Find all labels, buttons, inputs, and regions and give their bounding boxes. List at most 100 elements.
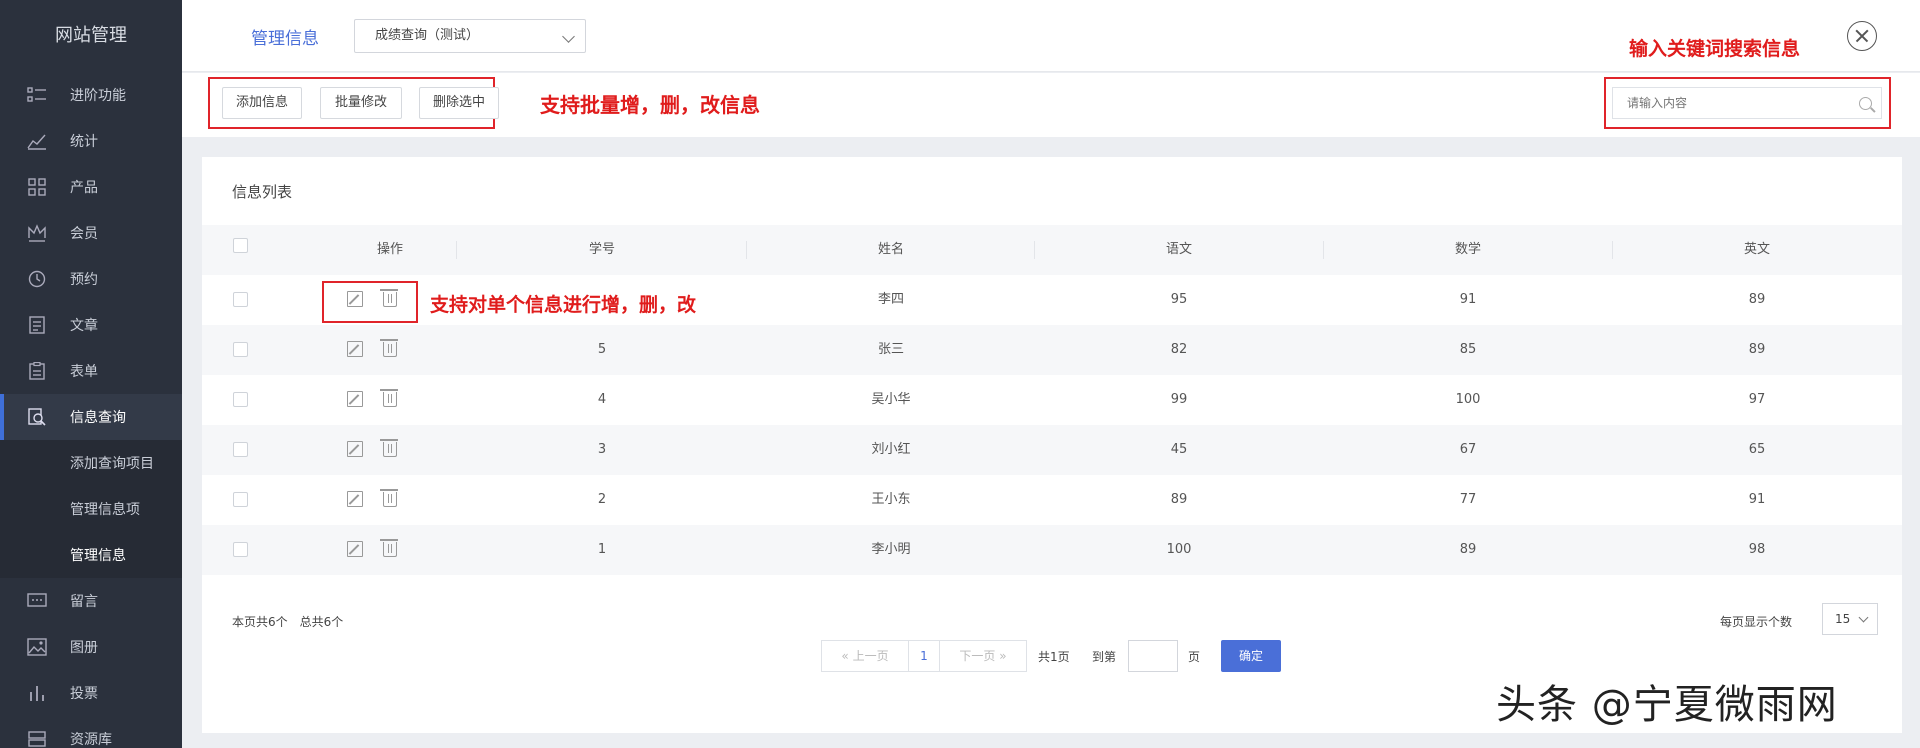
sidebar-title: 网站管理 [55,25,127,46]
info-list-card: 信息列表 操作 学号 姓名 语文 数学 英文 支持对单个信息进行增，删，改 李四… [202,157,1902,733]
delete-selected-button[interactable]: 删除选中 [419,87,499,119]
prev-page-button[interactable]: « 上一页 [821,640,909,672]
sidebar-item-label: 资源库 [70,732,112,748]
document-icon [29,316,45,334]
sidebar-item-booking[interactable]: 预约 [0,256,182,302]
search-input[interactable] [1612,87,1882,119]
page-count-text: 本页共6个 总共6个 [232,615,344,629]
edit-icon[interactable] [347,441,363,457]
cell-chinese: 95 [1170,292,1188,307]
sidebar-item-label: 表单 [70,364,98,380]
row-checkbox[interactable] [233,542,248,557]
sidebar-item-stats[interactable]: 统计 [0,118,182,164]
goto-label: 到第 [1092,650,1117,664]
cell-math: 85 [1459,342,1477,357]
trash-icon[interactable] [380,489,398,507]
cell-id: 1 [597,542,607,557]
crown-icon [28,224,46,242]
sidebar-item-label: 预约 [70,272,98,288]
column-header: 语文 [1165,242,1192,257]
chevron-down-icon [1858,612,1869,623]
cell-math: 91 [1459,292,1477,307]
cell-math: 77 [1459,492,1477,507]
search-doc-icon [28,408,46,426]
sidebar-subitem-add-query[interactable]: 添加查询项目 [0,440,182,486]
table-row: 4 吴小华 99 100 97 [202,375,1902,425]
column-header: 英文 [1743,242,1770,257]
sidebar-subitem-manage-fields[interactable]: 管理信息项 [0,486,182,532]
trash-icon[interactable] [380,539,398,557]
cell-id: 2 [597,492,607,507]
cell-chinese: 45 [1170,442,1188,457]
per-page-select[interactable]: 15 [1822,603,1878,635]
cell-name: 李小明 [871,542,911,557]
cell-math: 100 [1455,392,1481,407]
sidebar-item-articles[interactable]: 文章 [0,302,182,348]
next-page-button[interactable]: 下一页 » [939,640,1027,672]
cell-id: 5 [597,342,607,357]
query-type-select[interactable]: 成绩查询（测试） [354,19,586,53]
card-title: 信息列表 [232,183,293,201]
batch-edit-button[interactable]: 批量修改 [320,87,402,119]
cell-math: 89 [1459,542,1477,557]
clock-icon [28,270,46,288]
chevron-down-icon [562,30,575,43]
table-row: 1 李小明 100 89 98 [202,525,1902,575]
page-title: 管理信息 [251,29,319,49]
edit-icon[interactable] [347,491,363,507]
cell-english: 98 [1748,542,1766,557]
table-row: 支持对单个信息进行增，删，改 李四 95 91 89 [202,275,1902,325]
sidebar-subitem-manage-info[interactable]: 管理信息 [0,532,182,578]
sidebar-item-label: 留言 [70,594,98,610]
annotation-search: 输入关键词搜索信息 [1629,38,1801,60]
annotation-box-row [322,281,418,323]
trash-icon[interactable] [380,289,398,307]
sidebar-item-products[interactable]: 产品 [0,164,182,210]
cell-english: 89 [1748,292,1766,307]
cell-math: 67 [1459,442,1477,457]
edit-icon[interactable] [347,391,363,407]
trash-icon[interactable] [380,439,398,457]
page-number-button[interactable]: 1 [908,640,940,672]
sidebar-item-info-query[interactable]: 信息查询 [0,394,182,440]
cell-chinese: 100 [1166,542,1192,557]
edit-icon[interactable] [347,341,363,357]
sidebar-item-forms[interactable]: 表单 [0,348,182,394]
search-icon[interactable] [1859,97,1872,110]
trash-icon[interactable] [380,339,398,357]
sidebar-item-gallery[interactable]: 图册 [0,624,182,670]
cell-name: 张三 [877,342,904,357]
sidebar-item-members[interactable]: 会员 [0,210,182,256]
add-info-button[interactable]: 添加信息 [222,87,302,119]
sidebar-item-label: 产品 [70,180,98,196]
trash-icon[interactable] [380,389,398,407]
sidebar-item-messages[interactable]: 留言 [0,578,182,624]
row-checkbox[interactable] [233,392,248,407]
cell-english: 65 [1748,442,1766,457]
row-checkbox[interactable] [233,442,248,457]
bar-icon [30,686,44,701]
sidebar-item-resources[interactable]: 资源库 [0,716,182,748]
edit-icon[interactable] [347,291,363,307]
chart-icon [27,134,46,150]
confirm-button[interactable]: 确定 [1221,640,1281,672]
select-all-checkbox[interactable] [233,238,248,253]
goto-page-input[interactable] [1128,640,1178,672]
sidebar-item-voting[interactable]: 投票 [0,670,182,716]
cell-chinese: 82 [1170,342,1188,357]
cell-name: 吴小华 [871,392,911,407]
sidebar-item-advanced[interactable]: 进阶功能 [0,72,182,118]
row-checkbox[interactable] [233,292,248,307]
list-icon [27,87,46,102]
cell-english: 97 [1748,392,1766,407]
sidebar-item-label: 进阶功能 [70,88,126,104]
close-icon[interactable] [1847,21,1877,51]
cell-english: 89 [1748,342,1766,357]
row-checkbox[interactable] [233,342,248,357]
edit-icon[interactable] [347,541,363,557]
column-header: 数学 [1454,242,1481,257]
table-header: 操作 学号 姓名 语文 数学 英文 [202,225,1902,275]
cell-chinese: 99 [1170,392,1188,407]
clipboard-icon [29,362,45,380]
row-checkbox[interactable] [233,492,248,507]
